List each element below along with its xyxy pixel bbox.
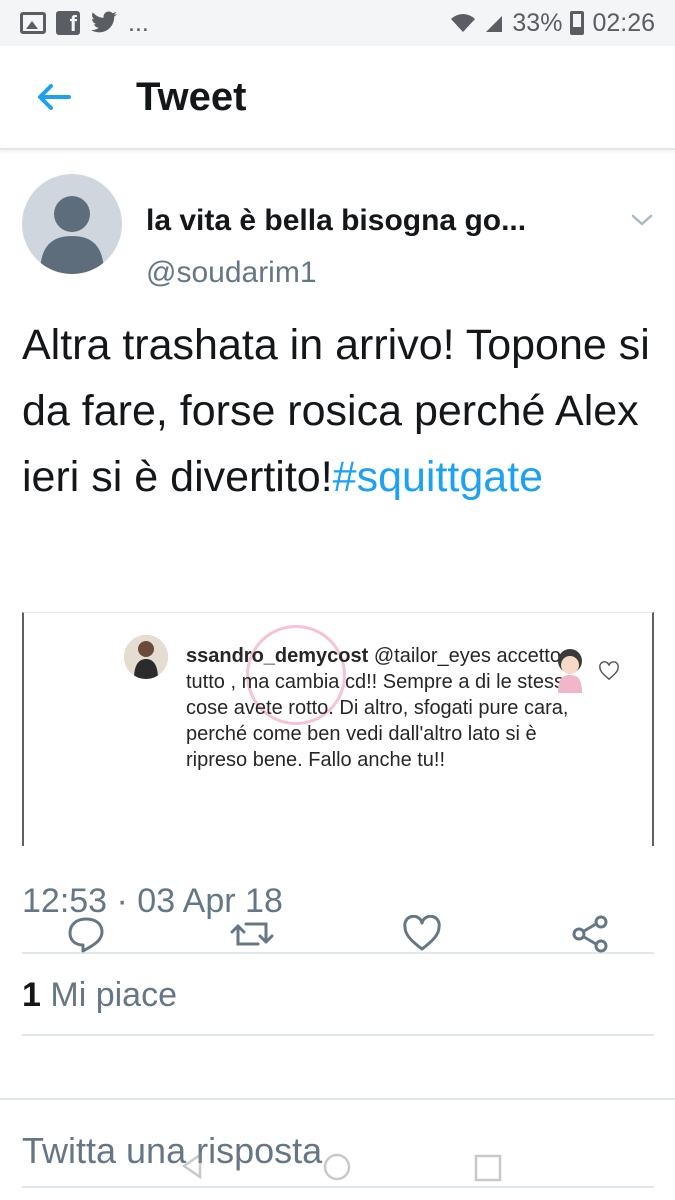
- nav-recent-icon: [474, 1154, 502, 1182]
- status-left: f ...: [20, 9, 149, 38]
- page-title: Tweet: [136, 74, 247, 119]
- sticker-icon: [558, 649, 582, 693]
- comment-avatar: [124, 635, 168, 679]
- author-row[interactable]: la vita è bella bisogna go... @soudarim1: [22, 174, 662, 289]
- reply-input[interactable]: Twitta una risposta: [22, 1130, 322, 1172]
- header: Tweet: [0, 46, 675, 150]
- reply-bar: Twitta una risposta: [0, 1098, 675, 1200]
- avatar[interactable]: [22, 174, 122, 274]
- reply-button[interactable]: [64, 912, 108, 956]
- divider: [22, 1034, 654, 1036]
- tweet-text: Altra trashata in arrivo! Topone si da f…: [22, 312, 652, 510]
- retweet-icon: [230, 922, 274, 946]
- author-name[interactable]: la vita è bella bisogna go...: [146, 204, 526, 238]
- like-icon: [403, 915, 441, 951]
- battery-icon: [570, 11, 585, 35]
- reply-underline: [22, 1186, 654, 1188]
- tweet-media[interactable]: ssandro_demycost @tailor_eyes accetto tu…: [22, 612, 654, 846]
- back-button[interactable]: [24, 67, 84, 127]
- status-bar: f ... 33% 02:26: [0, 0, 675, 46]
- hashtag-link[interactable]: #squittgate: [333, 453, 543, 501]
- likes-row[interactable]: 1 Mi piace: [22, 976, 177, 1015]
- comment-mention: @tailor_eyes: [373, 645, 491, 667]
- likes-label: Mi piace: [50, 976, 177, 1014]
- like-button[interactable]: [400, 912, 444, 956]
- heart-outline-icon: [599, 661, 619, 681]
- wifi-icon: [450, 12, 476, 34]
- likes-count: 1: [22, 976, 41, 1014]
- nav-back-icon: [181, 1152, 202, 1180]
- twitter-icon: [90, 11, 118, 35]
- default-avatar-icon: [40, 196, 104, 274]
- status-ellipsis: ...: [128, 8, 149, 37]
- tweet-actions: [0, 908, 675, 968]
- nav-home-icon: [323, 1153, 351, 1181]
- status-right: 33% 02:26: [450, 9, 655, 38]
- comment-username: ssandro_demycost: [186, 645, 369, 667]
- facebook-icon: f: [56, 11, 80, 35]
- share-icon: [572, 915, 608, 953]
- arrow-left-icon: [38, 84, 71, 110]
- battery-percent: 33%: [512, 8, 563, 37]
- reply-icon: [68, 917, 104, 953]
- share-button[interactable]: [568, 912, 612, 956]
- author-handle[interactable]: @soudarim1: [146, 256, 317, 290]
- signal-icon: [484, 12, 504, 34]
- chevron-down-icon[interactable]: [630, 210, 654, 230]
- status-time: 02:26: [592, 8, 655, 37]
- image-icon: [20, 12, 46, 34]
- embedded-comment: ssandro_demycost @tailor_eyes accetto tu…: [186, 643, 586, 773]
- retweet-button[interactable]: [230, 912, 274, 956]
